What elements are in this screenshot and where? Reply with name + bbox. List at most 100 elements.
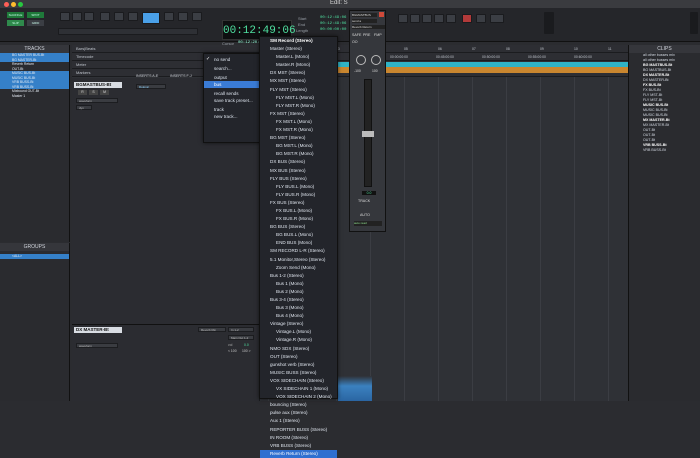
bus-menu-item[interactable]: Master.L (Mono) xyxy=(260,53,337,61)
bus-menu-item[interactable]: FLY MST.R (Mono) xyxy=(260,102,337,110)
grid-nudge-bar[interactable] xyxy=(58,28,198,35)
send-pan[interactable]: 100 xyxy=(372,69,378,73)
bus-menu-item[interactable]: VOX SIDECHAIN 2 (Mono) xyxy=(260,393,337,401)
bus-menu-item[interactable]: MX MST (Stereo) xyxy=(260,77,337,85)
pre-button[interactable]: PRE xyxy=(363,33,370,37)
auto-mode-selector[interactable]: auto read xyxy=(354,221,382,226)
bus-menu-item[interactable]: Vintage.L (Mono) xyxy=(260,328,337,336)
end-value[interactable]: 00:12:49:06 xyxy=(320,22,346,26)
oo-button[interactable]: OO xyxy=(352,40,358,44)
bus-menu-item[interactable]: VOX SIDECHAIN (Stereo) xyxy=(260,377,337,385)
bus-menu-item[interactable]: BG BUS.L (Mono) xyxy=(260,231,337,239)
bus-menu-item[interactable]: BG BUS (Stereo) xyxy=(260,223,337,231)
bus-menu-item[interactable]: FLY BUS.R (Mono) xyxy=(260,191,337,199)
send-window-dest[interactable]: Reverb Return xyxy=(352,25,385,29)
pencil-icon[interactable] xyxy=(178,12,188,21)
return-to-zero-icon[interactable] xyxy=(446,14,456,23)
bus-menu-item[interactable]: Bus 1 (Mono) xyxy=(260,280,337,288)
start-value[interactable]: 00:12:49:06 xyxy=(320,16,346,20)
send-menu-output[interactable]: output xyxy=(204,74,262,81)
track-name-top[interactable]: BGMASTBUS-Bt xyxy=(74,82,122,88)
pan-left[interactable]: < 100 xyxy=(228,349,237,353)
bus-menu-item[interactable]: Bus 4 (Mono) xyxy=(260,312,337,320)
send-menu-new-track[interactable]: new track... xyxy=(204,113,262,120)
send-window-track[interactable]: BGMASTBUS xyxy=(352,13,377,17)
bus-menu-item[interactable]: gunshot verb (Stereo) xyxy=(260,361,337,369)
record-icon[interactable] xyxy=(462,14,472,23)
send-menu-track[interactable]: track xyxy=(204,106,262,113)
solo-button[interactable]: S xyxy=(89,90,98,95)
bus-menu-item[interactable]: FX MST.R (Mono) xyxy=(260,126,337,134)
track-list-item[interactable]: Master 1 xyxy=(0,94,69,99)
bus-menu-item[interactable]: FX MST (Stereo) xyxy=(260,110,337,118)
group-item-all[interactable]: <ALL> xyxy=(0,254,69,259)
bus-menu-item[interactable]: OUT (Stereo) xyxy=(260,353,337,361)
bus-menu-item[interactable]: FX BUS (Stereo) xyxy=(260,199,337,207)
record-enable-button[interactable]: R xyxy=(78,90,87,95)
bus-menu-item[interactable]: VX SIDECHAIN 1 (Mono) xyxy=(260,385,337,393)
pan-knob-icon-2[interactable] xyxy=(371,55,381,65)
bus-menu-item[interactable]: REPORTER BUSS (Stereo) xyxy=(260,426,337,434)
zoom-icon[interactable] xyxy=(84,12,94,21)
bus-menu-item[interactable]: FX BUS.L (Mono) xyxy=(260,207,337,215)
loop-icon[interactable] xyxy=(476,14,486,23)
close-icon[interactable] xyxy=(4,2,9,7)
bus-menu-item[interactable]: BG MST (Stereo) xyxy=(260,134,337,142)
bus-menu-item[interactable]: FLY MST.L (Mono) xyxy=(260,94,337,102)
bus-menu-item[interactable]: 5.1 Monitor,Stereo (Stereo) xyxy=(260,256,337,264)
input-selector[interactable]: In 1-2 xyxy=(228,327,254,332)
bus-menu-item[interactable]: MX BUS (Stereo) xyxy=(260,167,337,175)
smart-tool-icon[interactable] xyxy=(142,12,160,24)
bus-menu-item[interactable]: Aux 1 (Stereo) xyxy=(260,417,337,425)
send-level[interactable]: -100 xyxy=(354,69,361,73)
view-selector[interactable]: waveform xyxy=(76,98,118,103)
view-selector-bottom[interactable]: waveform xyxy=(76,343,118,348)
length-value[interactable]: 00:00:00:00 xyxy=(320,28,346,32)
bus-menu-item[interactable]: SM RECORD L-R (Stereo) xyxy=(260,247,337,255)
grid-mode-button[interactable]: GRID xyxy=(27,20,44,26)
bus-menu-item[interactable]: VRB BUSS (Stereo) xyxy=(260,442,337,450)
selector-icon[interactable] xyxy=(114,12,124,21)
send-menu-save-preset[interactable]: save track preset... xyxy=(204,97,262,104)
send-window-send[interactable]: send a xyxy=(352,19,377,23)
bus-menu-item[interactable]: BG MST.L (Mono) xyxy=(260,142,337,150)
forward-icon[interactable] xyxy=(434,14,444,23)
send-menu-recall[interactable]: recall sends xyxy=(204,90,262,97)
pan-right[interactable]: 100 > xyxy=(242,349,251,353)
insert-slot-a[interactable]: Dolonic xyxy=(136,84,166,89)
bus-menu-item[interactable]: Bus 2 (Mono) xyxy=(260,288,337,296)
bus-menu-item[interactable]: SM Record (Stereo) xyxy=(260,37,337,45)
mute-button[interactable]: M xyxy=(100,90,109,95)
clip-list-item[interactable]: VRB BUSS-Bt xyxy=(629,148,700,153)
grabber-icon[interactable] xyxy=(128,12,138,21)
send-menu-bus[interactable]: bus xyxy=(204,81,262,88)
send-slot-reverb[interactable]: Reverb Rtn xyxy=(198,327,226,332)
zoom-out-icon[interactable] xyxy=(60,12,70,21)
bus-menu-item[interactable]: FX BUS.R (Mono) xyxy=(260,215,337,223)
bus-menu-item[interactable]: IN ROOM (Stereo) xyxy=(260,434,337,442)
tab-to-transient-icon[interactable] xyxy=(192,12,202,21)
bus-menu-item[interactable]: FLY BUS (Stereo) xyxy=(260,175,337,183)
minimize-icon[interactable] xyxy=(11,2,16,7)
bus-menu-item[interactable]: MUSIC BUSS (Stereo) xyxy=(260,369,337,377)
zoom-in-icon[interactable] xyxy=(72,12,82,21)
vol-value[interactable]: 0.0 xyxy=(244,343,249,347)
fader-handle[interactable] xyxy=(362,131,374,137)
online-icon[interactable] xyxy=(490,14,504,23)
bus-menu-item[interactable]: NMO SDX (Stereo) xyxy=(260,345,337,353)
bus-menu-item[interactable]: BG MST.R (Mono) xyxy=(260,150,337,158)
bus-menu-item[interactable]: Bus 3-4 (Stereo) xyxy=(260,296,337,304)
bus-menu-item[interactable]: FLY BUS.L (Mono) xyxy=(260,183,337,191)
bus-menu-item[interactable]: Bus 1-2 (Stereo) xyxy=(260,272,337,280)
send-menu-no-send[interactable]: no send xyxy=(204,56,262,63)
trim-icon[interactable] xyxy=(100,12,110,21)
bus-menu-item[interactable]: Zoom Send (Mono) xyxy=(260,264,337,272)
send-menu-search[interactable]: search... xyxy=(204,65,262,72)
shuffle-mode-button[interactable]: SHUFFLE xyxy=(7,12,24,18)
bus-menu-item[interactable]: pulse aux (Stereo) xyxy=(260,409,337,417)
bus-menu-item[interactable]: Master (Stereo) xyxy=(260,45,337,53)
bus-menu-item[interactable]: DX BUS (Stereo) xyxy=(260,158,337,166)
fader-value[interactable]: 0.0 xyxy=(362,191,376,195)
bus-menu-item[interactable]: Vintage.R (Mono) xyxy=(260,336,337,344)
play-icon[interactable] xyxy=(422,14,432,23)
